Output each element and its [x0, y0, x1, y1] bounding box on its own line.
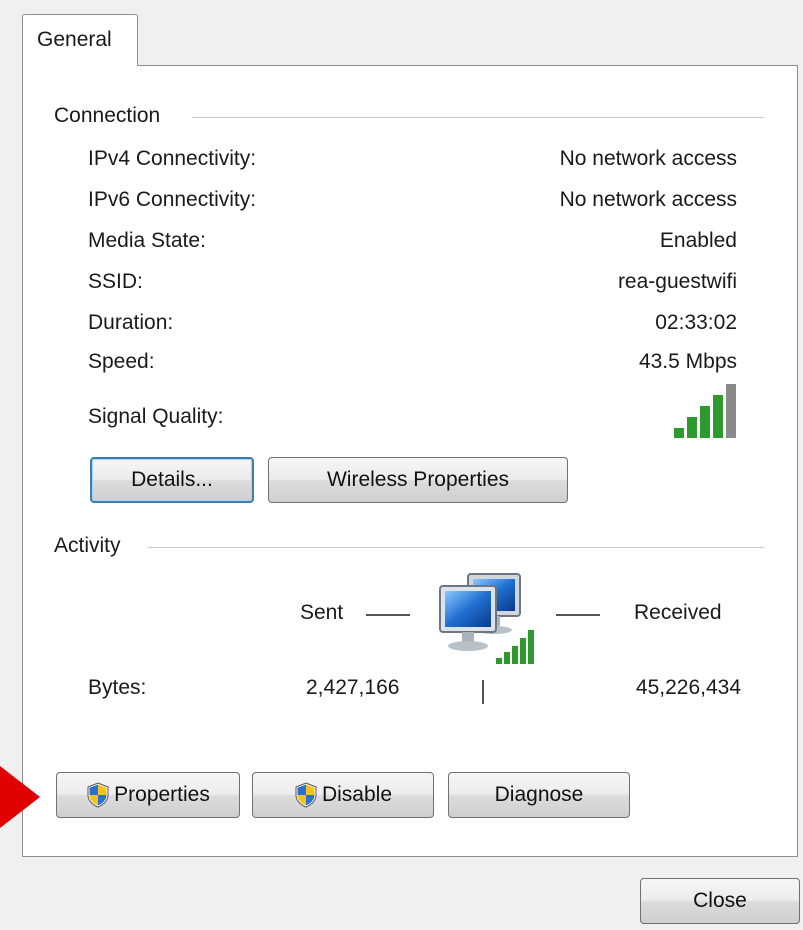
ipv6-label: IPv6 Connectivity: [88, 188, 257, 211]
diagnose-button[interactable]: Diagnose [448, 772, 630, 818]
ipv6-value: No network access [559, 188, 737, 211]
disable-button-label: Disable [321, 783, 393, 806]
media-state-value: Enabled [659, 229, 737, 252]
received-label: Received [634, 601, 722, 624]
ipv4-value: No network access [559, 147, 737, 170]
signal-bar [674, 428, 684, 438]
wireless-properties-button[interactable]: Wireless Properties [268, 457, 568, 503]
signal-quality-icon [674, 384, 736, 438]
uac-shield-icon [295, 782, 317, 808]
tab-general-label: General [37, 28, 112, 51]
uac-shield-icon [87, 782, 109, 808]
ssid-value: rea-guestwifi [617, 270, 737, 293]
signal-quality-label: Signal Quality: [88, 405, 224, 428]
bytes-label: Bytes: [88, 676, 147, 699]
received-dash [556, 614, 600, 616]
media-state-label: Media State: [88, 229, 206, 252]
signal-bar [687, 417, 697, 438]
properties-button-label: Properties [114, 783, 210, 806]
sent-dash [366, 614, 410, 616]
speed-value: 43.5 Mbps [638, 350, 737, 373]
ipv4-label: IPv4 Connectivity: [88, 147, 257, 170]
connection-heading: Connection [54, 104, 167, 128]
tab-general[interactable]: General [22, 14, 138, 66]
close-button[interactable]: Close [640, 878, 800, 924]
bytes-received-value: 45,226,434 [635, 676, 741, 699]
properties-button[interactable]: Properties [56, 772, 240, 818]
signal-bar [726, 384, 736, 438]
bytes-separator [482, 680, 484, 704]
activity-heading: Activity [54, 534, 127, 558]
ssid-label: SSID: [88, 270, 143, 293]
duration-label: Duration: [88, 311, 174, 334]
speed-label: Speed: [88, 350, 155, 373]
details-button[interactable]: Details... [90, 457, 254, 503]
duration-value: 02:33:02 [655, 311, 737, 334]
network-computers-icon [439, 573, 534, 664]
disable-button[interactable]: Disable [252, 772, 434, 818]
red-arrow-indicator [0, 766, 40, 828]
sent-label: Sent [300, 601, 344, 624]
bytes-sent-value: 2,427,166 [306, 676, 400, 699]
signal-bar [713, 395, 723, 438]
connection-divider [192, 117, 764, 118]
activity-divider [148, 547, 764, 548]
signal-bar [700, 406, 710, 438]
